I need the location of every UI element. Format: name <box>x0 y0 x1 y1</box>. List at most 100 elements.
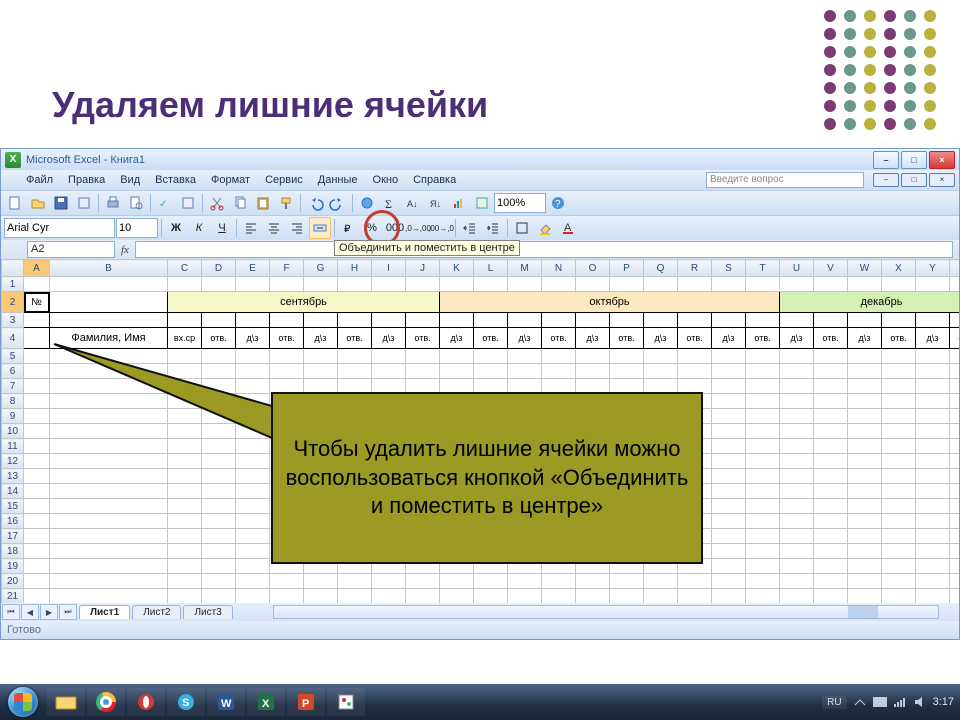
tab-nav-prev-icon[interactable]: ◀ <box>21 604 39 620</box>
decrease-decimal-icon[interactable]: ,00→,0 <box>430 217 452 239</box>
cell[interactable] <box>882 409 916 424</box>
cell[interactable] <box>848 499 882 514</box>
cell[interactable] <box>576 364 610 379</box>
cell[interactable] <box>746 349 780 364</box>
cell[interactable] <box>24 529 50 544</box>
cell[interactable] <box>610 313 644 328</box>
cell[interactable] <box>440 313 474 328</box>
fill-color-icon[interactable] <box>534 217 556 239</box>
cell[interactable] <box>882 439 916 454</box>
cell[interactable] <box>168 454 202 469</box>
cell[interactable] <box>950 469 960 484</box>
cell[interactable] <box>848 439 882 454</box>
cell[interactable] <box>202 424 236 439</box>
cell[interactable] <box>746 484 780 499</box>
cell[interactable] <box>406 313 440 328</box>
tab-nav-next-icon[interactable]: ▶ <box>40 604 58 620</box>
cell[interactable]: октябрь <box>440 292 780 313</box>
comma-style-icon[interactable]: 000 <box>384 217 406 239</box>
cell[interactable] <box>236 589 270 604</box>
cell[interactable]: д\з <box>236 328 270 349</box>
language-indicator[interactable]: RU <box>822 696 846 709</box>
row-header[interactable]: 8 <box>2 394 24 409</box>
cell[interactable] <box>950 277 960 292</box>
name-box[interactable]: A2 <box>27 241 115 258</box>
cell[interactable] <box>746 394 780 409</box>
menu-window[interactable]: Окно <box>367 173 405 187</box>
cell[interactable]: д\з <box>304 328 338 349</box>
cell[interactable] <box>168 529 202 544</box>
cell[interactable] <box>372 364 406 379</box>
cell[interactable] <box>780 484 814 499</box>
cell[interactable] <box>712 394 746 409</box>
cell[interactable] <box>50 544 168 559</box>
zoom-select[interactable] <box>494 193 546 213</box>
cell[interactable] <box>712 439 746 454</box>
cell[interactable] <box>712 559 746 574</box>
cell[interactable] <box>712 499 746 514</box>
tray-network-icon[interactable] <box>893 695 907 709</box>
autosum-icon[interactable]: Σ <box>379 192 401 214</box>
cell[interactable] <box>440 574 474 589</box>
cell[interactable] <box>780 529 814 544</box>
col-header[interactable]: Y <box>916 260 950 277</box>
cell[interactable] <box>916 439 950 454</box>
new-file-icon[interactable] <box>4 192 26 214</box>
cell[interactable] <box>882 529 916 544</box>
cell[interactable] <box>780 589 814 604</box>
cell[interactable] <box>542 364 576 379</box>
cell[interactable] <box>610 574 644 589</box>
cell[interactable] <box>916 454 950 469</box>
cell[interactable] <box>304 589 338 604</box>
cell[interactable] <box>780 409 814 424</box>
cell[interactable] <box>236 559 270 574</box>
cell[interactable] <box>780 499 814 514</box>
cell[interactable] <box>814 394 848 409</box>
cell[interactable] <box>780 454 814 469</box>
cell[interactable] <box>50 529 168 544</box>
cell[interactable] <box>202 499 236 514</box>
cell[interactable] <box>916 394 950 409</box>
cell[interactable] <box>916 409 950 424</box>
cell[interactable] <box>168 379 202 394</box>
cell[interactable] <box>882 454 916 469</box>
cell[interactable]: д\з <box>712 328 746 349</box>
cell[interactable] <box>950 349 960 364</box>
spellcheck-icon[interactable]: ✓ <box>154 192 176 214</box>
menu-data[interactable]: Данные <box>312 173 364 187</box>
cell[interactable] <box>304 349 338 364</box>
cell[interactable] <box>202 559 236 574</box>
cell[interactable] <box>576 574 610 589</box>
cell[interactable]: д\з <box>440 328 474 349</box>
percent-icon[interactable]: % <box>361 217 383 239</box>
cell[interactable] <box>24 574 50 589</box>
horizontal-scrollbar[interactable] <box>273 605 939 619</box>
cell[interactable] <box>474 364 508 379</box>
cell[interactable] <box>236 349 270 364</box>
cell[interactable] <box>848 424 882 439</box>
col-header[interactable]: H <box>338 260 372 277</box>
sheet-tab[interactable]: Лист2 <box>132 605 181 619</box>
print-preview-icon[interactable] <box>125 192 147 214</box>
cell[interactable]: отв. <box>950 328 960 349</box>
cell[interactable] <box>406 364 440 379</box>
cell[interactable] <box>50 499 168 514</box>
row-header[interactable]: 11 <box>2 439 24 454</box>
cell[interactable] <box>780 349 814 364</box>
cell[interactable] <box>270 589 304 604</box>
grid-row[interactable]: 4Фамилия, Имявх.сротв.д\зотв.д\зотв.д\зо… <box>2 328 960 349</box>
cell[interactable] <box>270 313 304 328</box>
cell[interactable] <box>168 574 202 589</box>
cell[interactable] <box>236 364 270 379</box>
cell[interactable] <box>814 364 848 379</box>
cell[interactable] <box>848 514 882 529</box>
menu-edit[interactable]: Правка <box>62 173 111 187</box>
taskbar-app-chrome-icon[interactable] <box>87 688 125 716</box>
cell[interactable]: д\з <box>508 328 542 349</box>
taskbar-app-skype-icon[interactable]: S <box>167 688 205 716</box>
cell[interactable] <box>950 544 960 559</box>
cell[interactable] <box>916 484 950 499</box>
fx-icon[interactable]: fx <box>121 244 129 256</box>
cell[interactable] <box>814 499 848 514</box>
col-header[interactable]: U <box>780 260 814 277</box>
